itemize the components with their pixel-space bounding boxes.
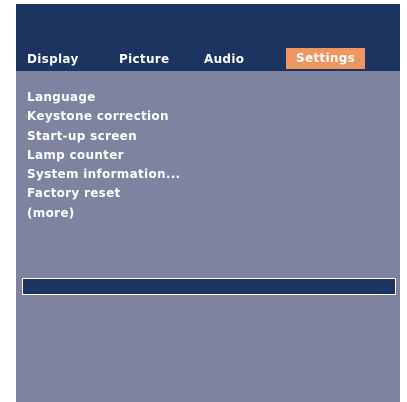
status-bar — [22, 278, 396, 295]
projector-osd-menu: Display Picture Audio Settings Language … — [16, 4, 400, 402]
settings-menu-list: Language Keystone correction Start-up sc… — [27, 88, 180, 223]
menu-item-lamp-counter[interactable]: Lamp counter — [27, 146, 180, 165]
menu-header-bar: Display Picture Audio Settings — [16, 4, 400, 71]
tab-audio[interactable]: Audio — [204, 50, 244, 68]
tab-display[interactable]: Display — [27, 50, 79, 68]
menu-item-keystone-correction[interactable]: Keystone correction — [27, 107, 180, 126]
menu-item-start-up-screen[interactable]: Start-up screen — [27, 127, 180, 146]
menu-item-more[interactable]: (more) — [27, 204, 180, 223]
menu-item-system-information[interactable]: System information... — [27, 165, 180, 184]
menu-item-language[interactable]: Language — [27, 88, 180, 107]
tab-settings[interactable]: Settings — [286, 48, 366, 69]
tab-picture[interactable]: Picture — [119, 50, 169, 68]
menu-item-factory-reset[interactable]: Factory reset — [27, 184, 180, 203]
